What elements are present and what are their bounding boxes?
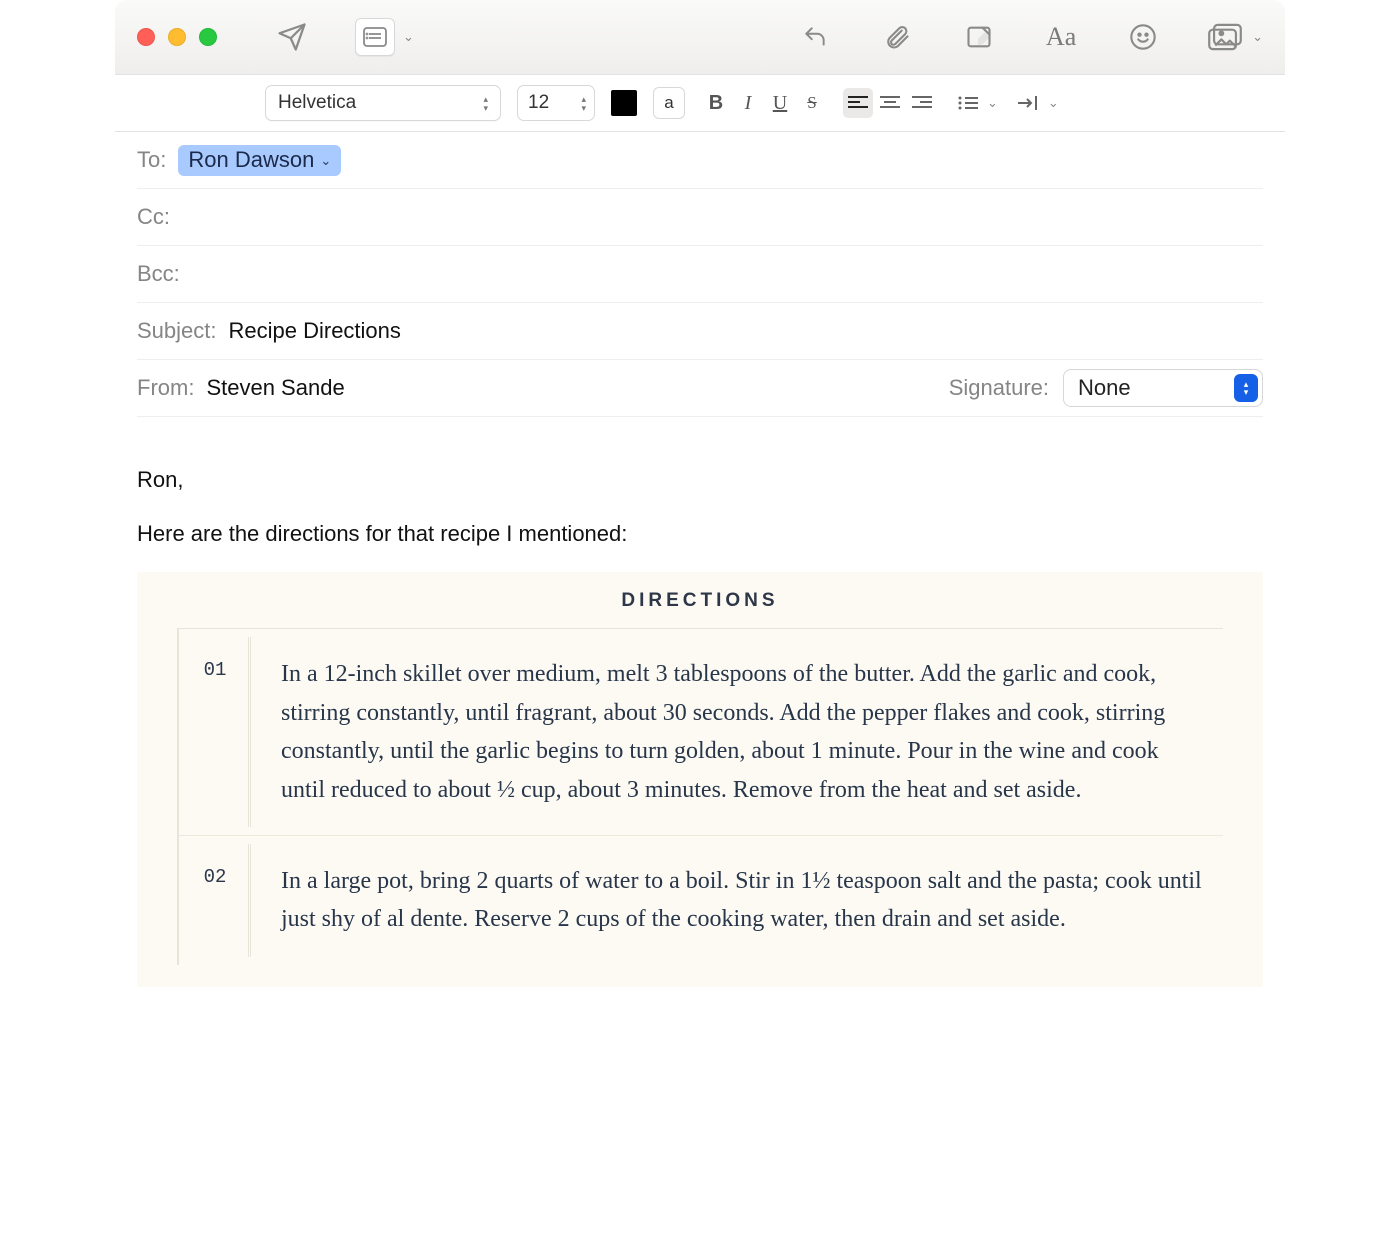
chevron-down-icon: ⌄ xyxy=(320,153,331,169)
window-controls xyxy=(137,28,217,46)
greeting-line: Ron, xyxy=(137,465,1263,495)
font-size-value: 12 xyxy=(528,92,549,114)
reply-arrow-icon xyxy=(800,24,830,50)
format-toolbar: Helvetica ▴▾ 12 ▴▾ a B I U S xyxy=(115,75,1285,132)
toolbar-left-group: ⌄ xyxy=(273,18,414,56)
from-value[interactable]: Steven Sande xyxy=(206,375,344,401)
cc-field-row[interactable]: Cc: xyxy=(137,189,1263,246)
body-text-block: Ron, Here are the directions for that re… xyxy=(137,465,1263,548)
step-text: In a large pot, bring 2 quarts of water … xyxy=(251,836,1223,965)
recipe-steps: 01 In a 12-inch skillet over medium, mel… xyxy=(177,629,1223,964)
titlebar: ⌄ Aa ⌄ xyxy=(115,0,1285,75)
recipe-card: DIRECTIONS 01 In a 12-inch skillet over … xyxy=(137,572,1263,986)
subject-label: Subject: xyxy=(137,318,217,344)
align-right-button[interactable] xyxy=(907,88,937,118)
chevron-down-icon[interactable]: ⌄ xyxy=(1250,29,1263,45)
reply-button[interactable] xyxy=(796,19,834,55)
bius-group: B I U S xyxy=(701,88,827,118)
from-field-row: From: Steven Sande Signature: None ▴▾ xyxy=(137,360,1263,417)
message-body[interactable]: Ron, Here are the directions for that re… xyxy=(115,417,1285,1009)
toolbar-right-group: Aa ⌄ xyxy=(796,19,1263,55)
stepper-icon: ▴▾ xyxy=(581,95,586,112)
header-fields-button[interactable] xyxy=(355,18,395,56)
recipient-chip[interactable]: Ron Dawson ⌄ xyxy=(178,145,341,176)
minimize-window-button[interactable] xyxy=(168,28,186,46)
recipient-name: Ron Dawson xyxy=(188,147,314,173)
cc-label: Cc: xyxy=(137,204,170,230)
chevron-down-icon[interactable]: ⌄ xyxy=(401,29,414,45)
align-center-icon xyxy=(880,95,900,111)
to-label: To: xyxy=(137,147,166,173)
list-group: ⌄ xyxy=(953,88,998,118)
bullet-list-button[interactable] xyxy=(953,88,983,118)
list-icon xyxy=(363,27,387,47)
align-center-button[interactable] xyxy=(875,88,905,118)
step-number: 02 xyxy=(179,836,251,965)
font-size-select[interactable]: 12 ▴▾ xyxy=(517,85,595,121)
align-left-icon xyxy=(848,95,868,111)
format-button[interactable]: Aa xyxy=(1042,19,1080,55)
markup-button[interactable] xyxy=(960,19,998,55)
send-button[interactable] xyxy=(273,19,311,55)
photos-icon xyxy=(1208,23,1242,51)
bold-button[interactable]: B xyxy=(701,88,731,118)
subject-value: Recipe Directions xyxy=(229,318,401,344)
from-label: From: xyxy=(137,375,194,401)
subject-field-row[interactable]: Subject: Recipe Directions xyxy=(137,303,1263,360)
bcc-field-row[interactable]: Bcc: xyxy=(137,246,1263,303)
compose-window: ⌄ Aa ⌄ xyxy=(115,0,1285,1009)
align-left-button[interactable] xyxy=(843,88,873,118)
bullet-list-icon xyxy=(958,95,978,111)
stepper-icon: ▴▾ xyxy=(483,95,488,112)
indent-button[interactable] xyxy=(1014,88,1044,118)
attach-button[interactable] xyxy=(878,19,916,55)
chevron-down-icon[interactable]: ⌄ xyxy=(985,95,998,111)
paperplane-icon xyxy=(277,22,307,52)
signature-group: Signature: None ▴▾ xyxy=(949,369,1263,407)
indent-icon xyxy=(1018,95,1040,111)
recipe-step: 01 In a 12-inch skillet over medium, mel… xyxy=(177,629,1223,836)
photo-browser-button[interactable] xyxy=(1206,19,1244,55)
text-style-button[interactable]: a xyxy=(653,87,685,119)
text-color-swatch[interactable] xyxy=(611,90,637,116)
markup-icon xyxy=(964,23,994,51)
intro-line: Here are the directions for that recipe … xyxy=(137,519,1263,549)
close-window-button[interactable] xyxy=(137,28,155,46)
to-field-row[interactable]: To: Ron Dawson ⌄ xyxy=(137,132,1263,189)
alignment-group xyxy=(843,88,937,118)
recipe-heading: DIRECTIONS xyxy=(177,590,1223,629)
align-right-icon xyxy=(912,95,932,111)
underline-button[interactable]: U xyxy=(765,88,795,118)
smiley-icon xyxy=(1129,23,1157,51)
bcc-label: Bcc: xyxy=(137,261,180,287)
step-number: 01 xyxy=(179,629,251,835)
font-family-value: Helvetica xyxy=(278,92,356,114)
stepper-icon: ▴▾ xyxy=(1234,374,1258,402)
indent-group: ⌄ xyxy=(1014,88,1059,118)
chevron-down-icon[interactable]: ⌄ xyxy=(1046,95,1059,111)
signature-label: Signature: xyxy=(949,375,1049,401)
paperclip-icon xyxy=(883,22,911,52)
italic-button[interactable]: I xyxy=(733,88,763,118)
compose-header-fields: To: Ron Dawson ⌄ Cc: Bcc: Subject: Recip… xyxy=(115,132,1285,417)
recipe-step: 02 In a large pot, bring 2 quarts of wat… xyxy=(177,836,1223,965)
font-family-select[interactable]: Helvetica ▴▾ xyxy=(265,85,501,121)
signature-select[interactable]: None ▴▾ xyxy=(1063,369,1263,407)
signature-value: None xyxy=(1078,375,1131,401)
emoji-button[interactable] xyxy=(1124,19,1162,55)
strikethrough-button[interactable]: S xyxy=(797,88,827,118)
zoom-window-button[interactable] xyxy=(199,28,217,46)
step-text: In a 12-inch skillet over medium, melt 3… xyxy=(251,629,1223,835)
